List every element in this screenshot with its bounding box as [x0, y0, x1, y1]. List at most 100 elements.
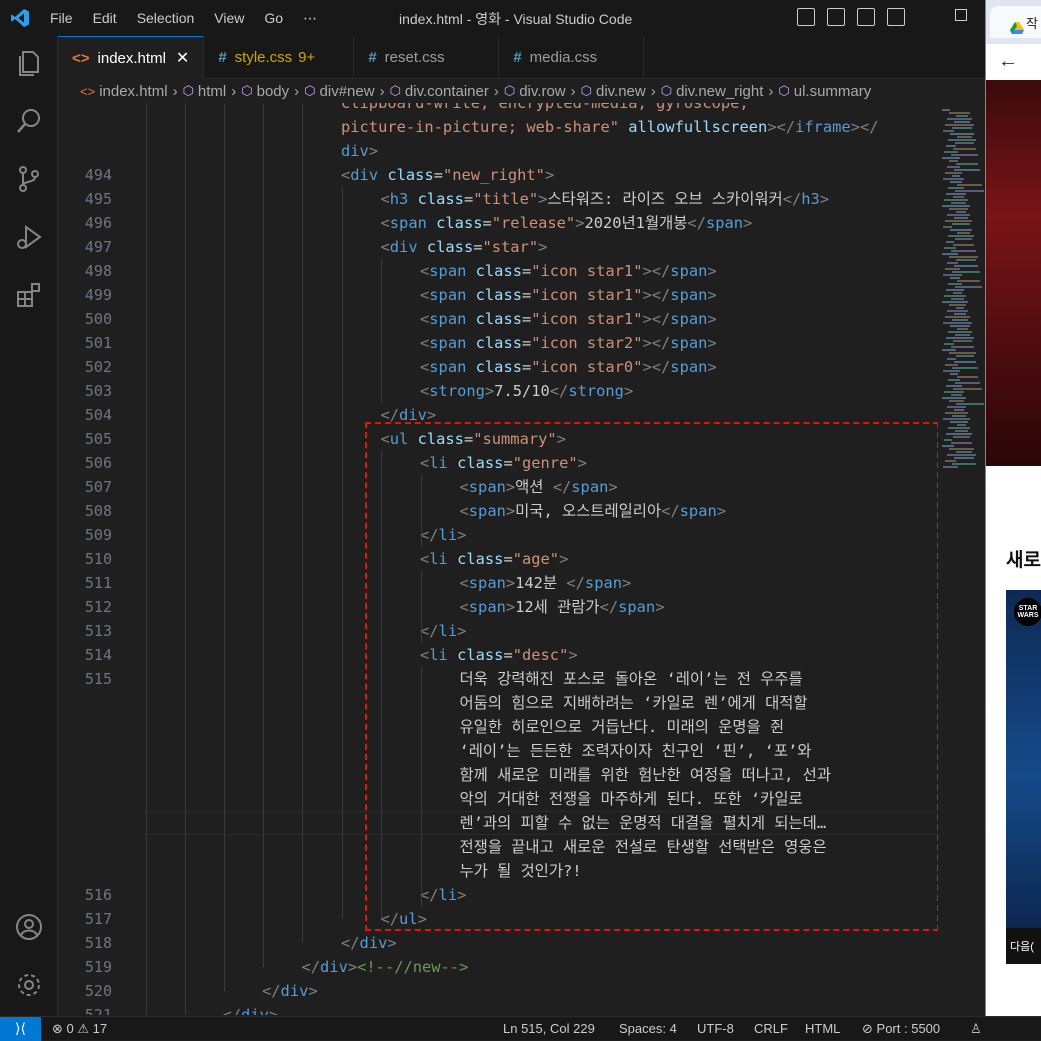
code-line[interactable]: 501 <span class="icon star2"></span>: [58, 331, 938, 355]
search-icon[interactable]: [14, 106, 44, 136]
minimap-line: [948, 187, 964, 189]
toggle-panel-icon[interactable]: [827, 8, 845, 26]
back-arrow-icon[interactable]: ←: [998, 50, 1018, 72]
problems-status[interactable]: ⊗ 0 ⚠ 17: [52, 1021, 107, 1037]
encoding[interactable]: UTF-8: [697, 1021, 734, 1036]
chevron-right-icon: ›: [650, 82, 656, 100]
code-line[interactable]: 518 </div>: [58, 931, 938, 955]
minimap-line: [942, 349, 956, 351]
menu-item[interactable]: Edit: [83, 10, 127, 26]
breadcrumb-item[interactable]: <> index.html: [80, 83, 168, 100]
line-number: 517: [84, 910, 112, 928]
breadcrumb-label: body: [256, 82, 290, 100]
code-line[interactable]: 503 <strong>7.5/10</strong>: [58, 379, 938, 403]
line-number: 510: [84, 550, 112, 568]
breadcrumb-item[interactable]: ⬡ html: [183, 83, 227, 100]
minimap-line: [951, 346, 974, 348]
live-server-port[interactable]: ⊘ Port : 5500: [862, 1021, 940, 1037]
indent-guide: [342, 187, 343, 919]
menu-item[interactable]: Selection: [127, 10, 205, 26]
line-number: 516: [84, 886, 112, 904]
source-control-icon[interactable]: [14, 164, 44, 194]
remote-indicator-icon[interactable]: ⟩⟨: [0, 1017, 41, 1041]
tab-index-html[interactable]: <> index.html ✕: [58, 36, 205, 79]
customize-layout-icon[interactable]: [887, 8, 905, 26]
html-file-icon: <>: [72, 49, 90, 67]
breadcrumb-item[interactable]: ⬡ div.row: [504, 83, 566, 100]
code-text: clipboard-write; encrypted-media; gyrosc…: [341, 103, 749, 112]
run-debug-icon[interactable]: [14, 222, 44, 252]
minimap-line: [951, 154, 978, 156]
account-status-icon[interactable]: ♙: [970, 1021, 982, 1037]
minimap-line: [947, 310, 968, 312]
maximize-window-icon[interactable]: [955, 9, 967, 21]
minimap-line: [954, 409, 964, 411]
movie-poster[interactable]: STAR WARS 다음(: [1006, 590, 1041, 964]
minimap-line: [946, 337, 974, 339]
tab-reset-css[interactable]: # reset.css: [354, 36, 500, 79]
language-mode[interactable]: HTML: [805, 1021, 840, 1036]
minimap-line: [943, 466, 958, 468]
menu-item[interactable]: View: [204, 10, 254, 26]
code-line[interactable]: 502 <span class="icon star0"></span>: [58, 355, 938, 379]
code-line[interactable]: 496 <span class="release">2020년1월개봉</span…: [58, 211, 938, 235]
code-line[interactable]: 499 <span class="icon star1"></span>: [58, 283, 938, 307]
code-line[interactable]: 520 </div>: [58, 979, 938, 1003]
close-icon[interactable]: ✕: [176, 48, 189, 68]
chevron-right-icon: ›: [294, 82, 300, 100]
minimap-line: [951, 202, 966, 204]
line-number: 505: [84, 430, 112, 448]
chevron-right-icon: ›: [379, 82, 385, 100]
line-number: 511: [84, 574, 112, 592]
indentation[interactable]: Spaces: 4: [619, 1021, 677, 1036]
breadcrumb-item[interactable]: ⬡ div.new: [581, 83, 646, 100]
minimap-line: [947, 262, 958, 264]
toggle-primary-sidebar-icon[interactable]: [797, 8, 815, 26]
menu-item[interactable]: File: [40, 10, 83, 26]
minimap-line: [955, 190, 984, 192]
breadcrumb-label: div#new: [319, 82, 375, 100]
minimap-line: [957, 184, 982, 186]
code-line[interactable]: 521 </div>: [58, 1003, 938, 1015]
cursor-position[interactable]: Ln 515, Col 229: [503, 1021, 595, 1036]
vscode-logo-icon[interactable]: [0, 0, 40, 36]
breadcrumb-item[interactable]: ⬡ div.new_right: [661, 83, 764, 100]
minimap-line: [946, 145, 956, 147]
code-line[interactable]: 498 <span class="icon star1"></span>: [58, 259, 938, 283]
video-embed[interactable]: [986, 80, 1041, 466]
accounts-icon[interactable]: [14, 912, 44, 942]
code-line[interactable]: 497 <div class="star">: [58, 235, 938, 259]
breadcrumb-item[interactable]: ⬡ ul.summary: [778, 83, 871, 100]
breadcrumb-item[interactable]: ⬡ body: [241, 83, 289, 100]
minimap[interactable]: [938, 103, 984, 1015]
menu-item[interactable]: Go: [254, 10, 293, 26]
minimap-line: [951, 298, 964, 300]
minimap-line: [949, 352, 976, 354]
tab-media-css[interactable]: # media.css: [499, 36, 645, 79]
code-line[interactable]: 494 <div class="new_right">: [58, 163, 938, 187]
line-number: 502: [84, 358, 112, 376]
extensions-icon[interactable]: [14, 280, 44, 310]
poster-caption: 다음(: [1006, 928, 1041, 964]
code-line[interactable]: 519 </div><!--//new-->: [58, 955, 938, 979]
line-number: 509: [84, 526, 112, 544]
code-line[interactable]: 495 <h3 class="title">스타워즈: 라이즈 오브 스카이워커<…: [58, 187, 938, 211]
tab-style-css[interactable]: # style.css 9+: [204, 36, 355, 79]
line-number: 520: [84, 982, 112, 1000]
menu-item[interactable]: ⋯: [293, 10, 327, 27]
browser-tab[interactable]: 작: [990, 6, 1041, 38]
breadcrumb-item[interactable]: ⬡ div#new: [304, 83, 374, 100]
line-number: 500: [84, 310, 112, 328]
minimap-line: [945, 172, 962, 174]
window-title: index.html - 영화 - Visual Studio Code: [399, 11, 633, 27]
breadcrumb-item[interactable]: ⬡ div.container: [390, 83, 489, 100]
code-text: <span class="release">2020년1월개봉</span>: [380, 214, 753, 232]
minimap-line: [949, 448, 974, 450]
line-ending[interactable]: CRLF: [754, 1021, 788, 1036]
settings-gear-icon[interactable]: [14, 970, 44, 1000]
minimap-line: [946, 193, 966, 195]
minimap-line: [942, 253, 958, 255]
toggle-secondary-sidebar-icon[interactable]: [857, 8, 875, 26]
code-line[interactable]: 500 <span class="icon star1"></span>: [58, 307, 938, 331]
explorer-icon[interactable]: [14, 48, 44, 78]
